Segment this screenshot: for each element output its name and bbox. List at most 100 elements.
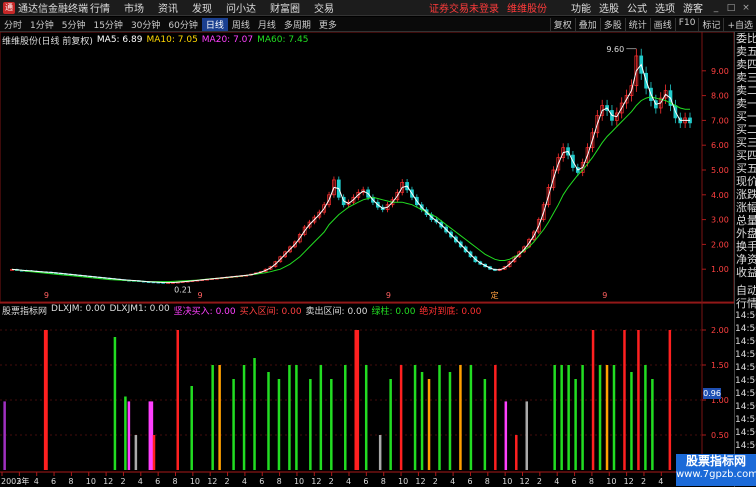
indicator-legend-item: 卖出区间: 0.00 xyxy=(305,306,368,317)
menu-item[interactable]: 交易 xyxy=(314,0,334,15)
x-axis-label: 4 xyxy=(450,477,455,486)
x-axis-label: 2 xyxy=(16,477,21,486)
indicator-bar xyxy=(413,365,417,470)
indicator-bar xyxy=(309,379,312,470)
ma60-line xyxy=(11,96,690,283)
tool-button[interactable]: +自选 xyxy=(723,17,756,31)
tool-button[interactable]: 统计 xyxy=(624,17,650,31)
indicator-bar xyxy=(3,401,6,470)
indicator-items: DLXJM: 0.00 DLXJM1: 0.00 坚决买入: 0.00 买入区间: 0… xyxy=(51,304,485,317)
indicator-bar xyxy=(515,435,518,470)
x-axis-label: 12 xyxy=(415,477,425,486)
ma-legend-item: MA10: 7.05 xyxy=(146,35,198,45)
indicator-y-tick-label: 0.50 xyxy=(711,431,729,440)
indicator-bar xyxy=(567,365,570,470)
menu-item[interactable]: 资讯 xyxy=(158,0,178,15)
login-notice[interactable]: 证券交易未登录 xyxy=(429,0,499,15)
period-tab[interactable]: 日线 xyxy=(201,17,228,31)
menu-item[interactable]: 市场 xyxy=(124,0,144,15)
menu-item[interactable]: 行情 xyxy=(90,0,110,15)
x-axis-label: 10 xyxy=(294,477,304,486)
tool-button[interactable]: 多股 xyxy=(599,17,625,31)
ma-legend: MA5: 6.89 MA10: 7.05 MA20: 7.07 MA60: 7.45 xyxy=(97,35,313,45)
quote-field-label: 涨幅 xyxy=(736,201,756,214)
price-y-tick-label: 5.00 xyxy=(711,166,729,175)
period-tab[interactable]: 15分钟 xyxy=(89,18,126,31)
indicator-bar xyxy=(242,365,246,470)
x-axis-label: 2 xyxy=(433,477,438,486)
indicator-name[interactable]: 股票指标网 xyxy=(2,304,47,317)
indicator-bar xyxy=(644,365,647,470)
quote-field-label: 卖二 xyxy=(736,84,756,97)
quote-field-label: 卖三 xyxy=(736,71,756,84)
quote-field-label: 卖五 xyxy=(736,45,756,58)
period-tab[interactable]: 多周期 xyxy=(280,18,315,31)
indicator-current-value: 0.96 xyxy=(703,388,721,399)
indicator-bar xyxy=(438,365,441,470)
kline-chart[interactable]: 9.00 8.00 7.00 6.00 5.00 4.00 3.00 2.00 1.00 9.60… xyxy=(0,32,734,487)
indicator-bar xyxy=(127,401,131,470)
period-toolbar: 分时 1分钟 5分钟 15分钟 30分钟 60分钟 日线 周线 月线 多周期 更多 复权 叠加 多股 统计… xyxy=(0,17,756,32)
menu-item[interactable]: 发现 xyxy=(192,0,212,15)
x-axis-label: 10 xyxy=(86,477,96,486)
period-tab[interactable]: 5分钟 xyxy=(58,18,90,31)
title-bar: 通 通达信金融终端 行情 市场 资讯 发现 问小达 财富圈 交易 证券交易未登录 维维股份 … xyxy=(0,0,756,16)
tick-time: 14:50 xyxy=(735,428,756,438)
quote-field-label: 买三 xyxy=(736,136,756,149)
indicator-bar xyxy=(356,330,360,470)
tool-button[interactable]: 复权 xyxy=(549,17,575,31)
quote-field-label: 卖一 xyxy=(736,97,756,110)
indicator-bar xyxy=(560,365,563,470)
tool-button[interactable]: 画线 xyxy=(649,17,675,31)
period-tab[interactable]: 1分钟 xyxy=(26,18,58,31)
tool-button[interactable]: 叠加 xyxy=(574,17,600,31)
event-marker-label: 9 xyxy=(44,291,49,300)
close-icon[interactable]: × xyxy=(741,3,751,13)
menu-item[interactable]: 问小达 xyxy=(226,0,256,15)
indicator-bar xyxy=(448,372,452,470)
title-right-item[interactable]: 功能 xyxy=(571,0,591,15)
period-tab[interactable]: 30分钟 xyxy=(127,18,164,31)
tick-header-label: 行情 xyxy=(736,297,756,310)
indicator-bar xyxy=(591,330,595,470)
indicator-bar xyxy=(605,365,609,470)
broker-label[interactable]: 维维股份 xyxy=(507,0,547,15)
period-tabs: 分时 1分钟 5分钟 15分钟 30分钟 60分钟 日线 周线 月线 多周期 更多 xyxy=(0,17,341,31)
indicator-bar xyxy=(267,372,270,470)
indicator-bar xyxy=(598,365,602,470)
event-marker-label: 定 xyxy=(491,290,499,300)
indicator-bar xyxy=(483,379,487,470)
event-marker-label: 9 xyxy=(602,291,607,300)
indicator-bar xyxy=(288,365,291,470)
indicator-bar xyxy=(253,358,256,470)
title-right-item[interactable]: 选项 xyxy=(655,0,675,15)
title-right-menu: 功能 选股 公式 选项 游客 xyxy=(571,0,711,15)
indicator-bar xyxy=(344,365,347,470)
period-tab[interactable]: 更多 xyxy=(315,18,341,31)
indicator-bar xyxy=(190,386,193,470)
tool-button[interactable]: F10 xyxy=(674,17,699,31)
minimize-icon[interactable]: _ xyxy=(711,3,721,13)
x-axis-label: 12 xyxy=(103,477,113,486)
menu-item[interactable]: 财富圈 xyxy=(270,0,300,15)
quote-field-label: 收益 xyxy=(736,266,756,279)
x-axis-label: 4 xyxy=(346,477,351,486)
indicator-bar xyxy=(389,379,392,470)
tick-time: 14:50 xyxy=(735,376,756,386)
watermark: 股票指标网 www.7gpzb.com xyxy=(676,454,756,486)
indicator-bar xyxy=(176,330,179,470)
x-axis-label: 6 xyxy=(572,477,577,486)
ma-legend-item: MA60: 7.45 xyxy=(257,35,309,45)
quote-panel: 委比 卖五 卖四 卖三 卖二 卖一 买一 买二 买三 买四 买五 现价 涨跌 涨幅 总量 外盘 换手 净资 收益 自… xyxy=(734,32,756,487)
period-tab[interactable]: 分时 xyxy=(0,18,26,31)
title-right-item[interactable]: 游客 xyxy=(683,0,703,15)
title-right-item[interactable]: 选股 xyxy=(599,0,619,15)
period-tab[interactable]: 周线 xyxy=(228,18,254,31)
title-right-item[interactable]: 公式 xyxy=(627,0,647,15)
period-tab[interactable]: 月线 xyxy=(254,18,280,31)
maximize-icon[interactable]: □ xyxy=(726,3,736,13)
x-axis-label: 6 xyxy=(155,477,160,486)
period-tab[interactable]: 60分钟 xyxy=(164,18,201,31)
indicator-bar xyxy=(232,379,235,470)
tool-button[interactable]: 标记 xyxy=(698,17,723,31)
